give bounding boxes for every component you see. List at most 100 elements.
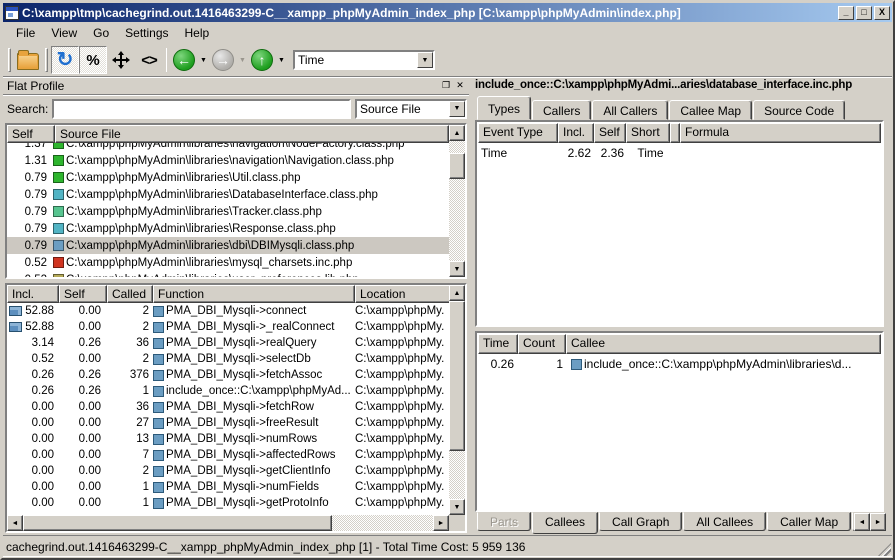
function-row[interactable]: 0.000.001PMA_DBI_Mysqli->getProtoInfoC:\… xyxy=(7,495,449,511)
tab-all-callees[interactable]: All Callees xyxy=(683,512,766,531)
scroll-right-icon[interactable]: ► xyxy=(870,513,886,531)
move-button[interactable] xyxy=(107,46,135,74)
function-row[interactable]: 0.260.26376PMA_DBI_Mysqli->fetchAssocC:\… xyxy=(7,367,449,383)
menu-settings[interactable]: Settings xyxy=(118,24,175,42)
file-row[interactable]: 0.52C:\xampp\phpMyAdmin\libraries\user_p… xyxy=(7,271,449,277)
scrollbar-thumb[interactable] xyxy=(449,301,465,451)
column-header-self[interactable]: Self xyxy=(7,125,55,143)
file-row[interactable]: 1.31C:\xampp\phpMyAdmin\libraries\naviga… xyxy=(7,152,449,169)
column-header-spacer[interactable] xyxy=(670,123,680,143)
location-value: C:\xampp\phpMy. xyxy=(355,449,449,461)
toolbar-handle[interactable] xyxy=(8,48,11,72)
column-header-callee[interactable]: Callee xyxy=(566,334,881,354)
column-header-short[interactable]: Short xyxy=(626,123,670,143)
file-row[interactable]: 0.79C:\xampp\phpMyAdmin\libraries\Tracke… xyxy=(7,203,449,220)
column-header-incl[interactable]: Incl. xyxy=(7,285,59,303)
file-row[interactable]: 0.79C:\xampp\phpMyAdmin\libraries\Respon… xyxy=(7,220,449,237)
minimize-button[interactable]: _ xyxy=(838,6,854,20)
file-row[interactable]: 0.79C:\xampp\phpMyAdmin\libraries\Util.c… xyxy=(7,169,449,186)
maximize-button[interactable]: □ xyxy=(856,6,872,20)
self-value: 0.52 xyxy=(7,257,53,269)
function-row[interactable]: 52.880.002PMA_DBI_Mysqli->connectC:\xamp… xyxy=(7,303,449,319)
group-select[interactable]: Source File ▼ xyxy=(355,99,467,119)
scroll-down-icon[interactable]: ▼ xyxy=(449,261,465,277)
file-row[interactable]: 1.37C:\xampp\phpMyAdmin\libraries\naviga… xyxy=(7,143,449,152)
function-row[interactable]: 3.140.2636PMA_DBI_Mysqli->realQueryC:\xa… xyxy=(7,335,449,351)
function-row[interactable]: 0.000.0027PMA_DBI_Mysqli->freeResultC:\x… xyxy=(7,415,449,431)
flat-profile-title: Flat Profile xyxy=(7,79,439,93)
scroll-left-icon[interactable]: ◄ xyxy=(854,513,870,531)
toolbar-handle[interactable] xyxy=(45,48,48,72)
forward-button[interactable]: → xyxy=(209,46,237,74)
back-dropdown[interactable]: ▼ xyxy=(198,46,209,74)
search-input[interactable] xyxy=(52,99,351,119)
column-header-called[interactable]: Called xyxy=(107,285,153,303)
function-table-vscrollbar[interactable]: ▲ ▼ xyxy=(449,285,465,515)
column-header-time[interactable]: Time xyxy=(478,334,518,354)
file-path: C:\xampp\phpMyAdmin\libraries\DatabaseIn… xyxy=(66,189,378,201)
tab-caller-map[interactable]: Caller Map xyxy=(767,512,851,531)
function-row[interactable]: 0.520.002PMA_DBI_Mysqli->selectDbC:\xamp… xyxy=(7,351,449,367)
up-button[interactable]: ↑ xyxy=(248,46,276,74)
close-panel-icon[interactable]: ✕ xyxy=(453,80,467,93)
tab-all-callers[interactable]: All Callers xyxy=(592,100,668,120)
chevron-down-icon[interactable]: ▼ xyxy=(449,101,465,117)
file-row[interactable]: 0.79C:\xampp\phpMyAdmin\libraries\Databa… xyxy=(7,186,449,203)
tab-source-code[interactable]: Source Code xyxy=(753,100,845,120)
scrollbar-thumb[interactable] xyxy=(449,153,465,179)
chevron-down-icon[interactable]: ▼ xyxy=(417,52,433,68)
tab-callees[interactable]: Callees xyxy=(532,512,598,534)
event-type-row[interactable]: Time 2.62 2.36 Time xyxy=(477,144,882,162)
function-row[interactable]: 0.000.001PMA_DBI_Mysqli->numFieldsC:\xam… xyxy=(7,479,449,495)
function-row[interactable]: 0.000.007PMA_DBI_Mysqli->affectedRowsC:\… xyxy=(7,447,449,463)
function-row[interactable]: 0.260.261include_once::C:\xampp\phpMyAd.… xyxy=(7,383,449,399)
forward-dropdown[interactable]: ▼ xyxy=(237,46,248,74)
column-header-function[interactable]: Function xyxy=(153,285,355,303)
up-dropdown[interactable]: ▼ xyxy=(276,46,287,74)
function-row[interactable]: 0.000.002PMA_DBI_Mysqli->getClientInfoC:… xyxy=(7,463,449,479)
function-cell: include_once::C:\xampp\phpMyAd... xyxy=(153,385,355,397)
scroll-right-icon[interactable]: ► xyxy=(433,515,449,531)
scroll-up-icon[interactable]: ▲ xyxy=(449,285,465,301)
scroll-left-icon[interactable]: ◄ xyxy=(7,515,23,531)
scroll-up-icon[interactable]: ▲ xyxy=(449,125,465,141)
tab-call-graph[interactable]: Call Graph xyxy=(599,512,682,531)
column-header-self[interactable]: Self xyxy=(59,285,107,303)
column-header-count[interactable]: Count xyxy=(518,334,566,354)
function-table-hscrollbar[interactable]: ◄ ► xyxy=(7,515,449,531)
menu-view[interactable]: View xyxy=(44,24,84,42)
file-row[interactable]: 0.52C:\xampp\phpMyAdmin\libraries\mysql_… xyxy=(7,254,449,271)
tab-callers[interactable]: Callers xyxy=(532,100,591,120)
tab-callee-map[interactable]: Callee Map xyxy=(669,100,752,120)
open-file-button[interactable] xyxy=(14,46,42,74)
column-header-formula[interactable]: Formula xyxy=(680,123,881,143)
app-icon xyxy=(5,6,19,20)
column-header-source-file[interactable]: Source File xyxy=(55,125,449,143)
flat-profile-titlebar[interactable]: Flat Profile ❐ ✕ xyxy=(3,77,469,95)
menu-help[interactable]: Help xyxy=(178,24,217,42)
file-list-vscrollbar[interactable]: ▲ ▼ xyxy=(449,125,465,277)
resize-grip[interactable] xyxy=(878,543,891,556)
function-row[interactable]: 0.000.0013PMA_DBI_Mysqli->numRowsC:\xamp… xyxy=(7,431,449,447)
tab-types[interactable]: Types xyxy=(477,96,531,120)
column-header-incl[interactable]: Incl. xyxy=(558,123,594,143)
column-header-self[interactable]: Self xyxy=(594,123,626,143)
back-button[interactable]: ← xyxy=(170,46,198,74)
scroll-down-icon[interactable]: ▼ xyxy=(449,499,465,515)
function-row[interactable]: 52.880.002PMA_DBI_Mysqli->_realConnectC:… xyxy=(7,319,449,335)
refresh-button[interactable]: ↻ xyxy=(51,46,79,74)
event-type-select[interactable]: Time ▼ xyxy=(293,50,435,70)
menu-file[interactable]: File xyxy=(9,24,42,42)
file-row[interactable]: 0.79C:\xampp\phpMyAdmin\libraries\dbi\DB… xyxy=(7,237,449,254)
close-button[interactable]: X xyxy=(874,6,890,20)
tab-parts[interactable]: Parts xyxy=(477,512,531,531)
scrollbar-thumb[interactable] xyxy=(23,515,332,531)
menu-go[interactable]: Go xyxy=(86,24,116,42)
callee-row[interactable]: 0.26 1 include_once::C:\xampp\phpMyAdmin… xyxy=(477,355,882,373)
function-row[interactable]: 0.000.0036PMA_DBI_Mysqli->fetchRowC:\xam… xyxy=(7,399,449,415)
title-bar[interactable]: C:\xampp\tmp\cachegrind.out.1416463299-C… xyxy=(3,3,892,22)
expand-button[interactable]: <> xyxy=(135,46,163,74)
float-panel-icon[interactable]: ❐ xyxy=(439,80,453,93)
percent-toggle-button[interactable]: % xyxy=(79,46,107,74)
column-header-event-type[interactable]: Event Type xyxy=(478,123,558,143)
